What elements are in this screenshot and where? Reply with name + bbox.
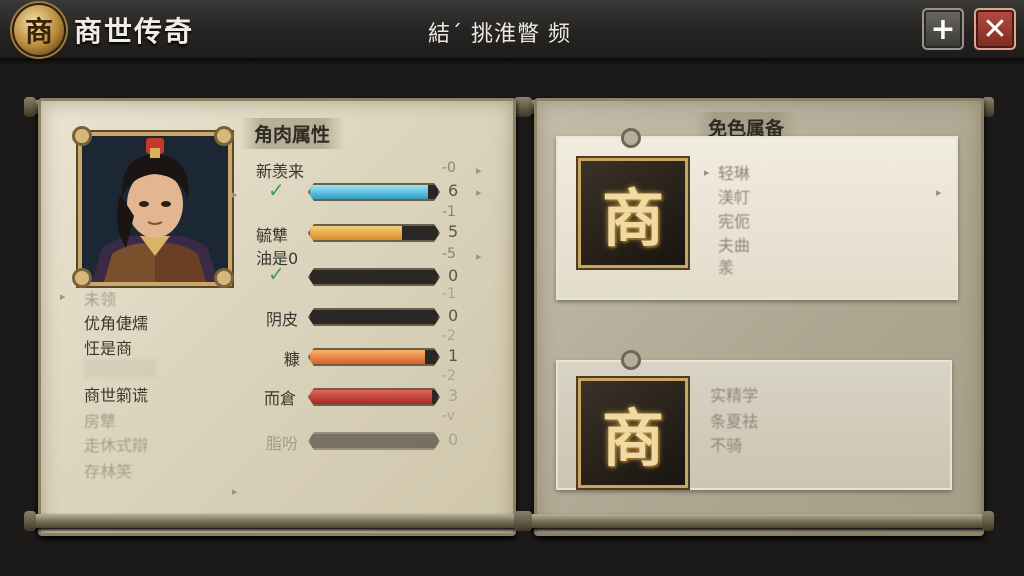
chevron-right-icon: ▸ [232,188,238,201]
menu-item[interactable]: 存林笑 [84,458,132,482]
stat-label: 糠 [284,350,301,369]
chevron-right-icon: ▸ [476,250,482,263]
frame-corner [72,126,92,146]
frame-corner [214,126,234,146]
frame-corner [214,268,234,288]
chevron-right-icon: ▸ [936,186,942,199]
stat-bar [308,224,440,242]
stat-value: 0 [448,306,459,325]
stat-delta: -v [442,408,455,424]
chevron-right-icon: ▸ [704,166,710,179]
stat-bar [308,388,440,406]
stat-value: 0 [448,266,459,285]
attributes-section-title: 角肉属性 [240,118,345,149]
trait-line: 宪伌 [718,212,751,231]
chevron-right-icon: ▸ [60,290,66,303]
stat-bar [308,432,440,450]
stat-bar [308,348,440,366]
trait-line: 羕 [718,258,735,277]
logo-glyph: 商 [24,15,53,48]
character-portrait[interactable] [76,130,234,288]
hanging-hook-icon [621,128,641,148]
shang-emblem-icon[interactable]: 商 [576,376,690,490]
title-bar: 商 商世传奇 結΄ 挑淮瞥 频 + ✕ [0,0,1024,60]
stat-value: 0 [448,430,459,449]
stat-value: 6 [448,181,459,200]
menu-item[interactable]: 商世箣谎 [84,382,148,406]
emblem-glyph: 商 [601,402,664,475]
chevron-right-icon: ▸ [476,164,482,177]
trait-line: 渼帄 [718,188,751,207]
chevron-right-icon: ▸ [476,186,482,199]
trait-line: 夫曲 [718,236,751,255]
stat-label: 而倉 [264,389,297,408]
menu-item[interactable]: 未领 [84,286,116,310]
menu-item[interactable]: 优角倢燸 [84,310,148,334]
trait-line: 不骑 [710,436,743,455]
stat-label: 毓犨 [256,226,289,245]
stat-label: 阴皮 [266,310,299,329]
screen-title: 結΄ 挑淮瞥 频 [428,22,571,47]
stat-value: 3 [448,386,459,405]
scroll-rod-bottom [24,511,526,531]
add-button[interactable]: + [922,8,964,50]
game-logo: 商 [14,5,64,55]
shang-emblem-icon[interactable]: 商 [576,156,690,270]
stat-bar [308,268,440,286]
menu-item[interactable]: 房犨 [84,408,116,432]
stat-value: 1 [448,346,459,365]
checkmark-icon: ✓ [268,262,285,286]
stat-delta: -2 [442,328,456,344]
menu-item[interactable]: 走休式辯 [84,432,148,456]
stat-value: 5 [448,222,459,241]
menu-item-blurred: ░░░░░░ [84,359,158,378]
close-button[interactable]: ✕ [974,8,1016,50]
stat-delta: -1 [442,286,456,302]
hanging-hook-icon [621,350,641,370]
trait-line: 条夏祛 [710,412,759,431]
hero-avatar-icon [82,136,228,282]
chevron-right-icon: ▸ [232,485,238,498]
stat-delta: -2 [442,368,456,384]
stat-label: 脂吩 [266,434,299,453]
trait-line: 实精学 [710,386,759,405]
checkmark-icon: ✓ [268,178,285,202]
stat-bar [308,183,440,201]
stat-delta: -5 [442,246,456,262]
app-title: 商世传奇 [74,15,195,48]
frame-corner [72,268,92,288]
menu-item[interactable]: 忹是商 [84,335,132,359]
trait-line: 轻琳 [718,164,751,183]
stat-delta: -0 [442,160,456,176]
scroll-rod-bottom [520,511,994,531]
stat-bar [308,308,440,326]
stat-delta: -1 [442,204,456,220]
emblem-glyph: 商 [601,182,664,255]
